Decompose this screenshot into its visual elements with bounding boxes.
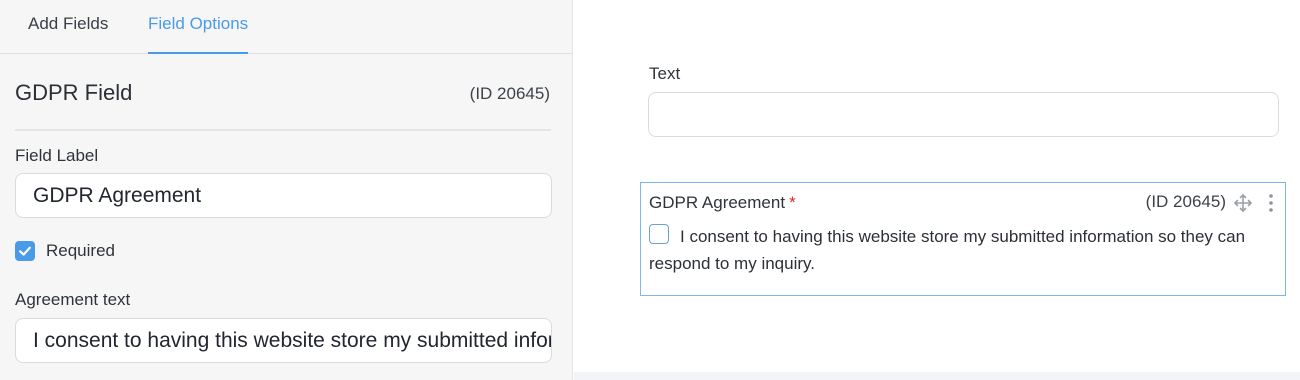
- field-type-title: GDPR Field: [15, 80, 133, 105]
- required-checkbox[interactable]: [15, 241, 35, 261]
- gdpr-field-label-text: GDPR Agreement: [649, 193, 786, 212]
- preview-bottom-strip: [574, 372, 1300, 380]
- field-id-label: (ID 20645): [469, 84, 550, 103]
- move-icon[interactable]: [1232, 192, 1254, 214]
- required-asterisk: *: [789, 193, 796, 212]
- gdpr-field-id: (ID 20645): [1145, 192, 1226, 211]
- agreement-text-caption: Agreement text: [15, 290, 131, 309]
- agreement-text-input[interactable]: I consent to having this website store m…: [15, 318, 552, 363]
- required-label: Required: [46, 241, 115, 260]
- preview-gdpr-field[interactable]: GDPR Agreement * (ID 20645) I consent to …: [640, 182, 1286, 296]
- field-label-input[interactable]: GDPR Agreement: [15, 173, 552, 218]
- field-label-caption: Field Label: [15, 146, 99, 165]
- panel-tabs: Add Fields Field Options: [0, 0, 572, 54]
- divider: [15, 129, 551, 131]
- preview-text-input[interactable]: [648, 92, 1279, 137]
- tab-add-fields[interactable]: Add Fields: [28, 0, 108, 54]
- consent-text: I consent to having this website store m…: [649, 227, 1246, 273]
- gdpr-field-label: GDPR Agreement *: [649, 193, 796, 213]
- field-options-panel: Add Fields Field Options GDPR Field (ID …: [0, 0, 573, 380]
- tab-field-options[interactable]: Field Options: [148, 0, 249, 54]
- preview-text-field-label: Text: [649, 64, 681, 83]
- checkmark-icon: [19, 246, 31, 256]
- kebab-menu-icon[interactable]: [1263, 192, 1279, 214]
